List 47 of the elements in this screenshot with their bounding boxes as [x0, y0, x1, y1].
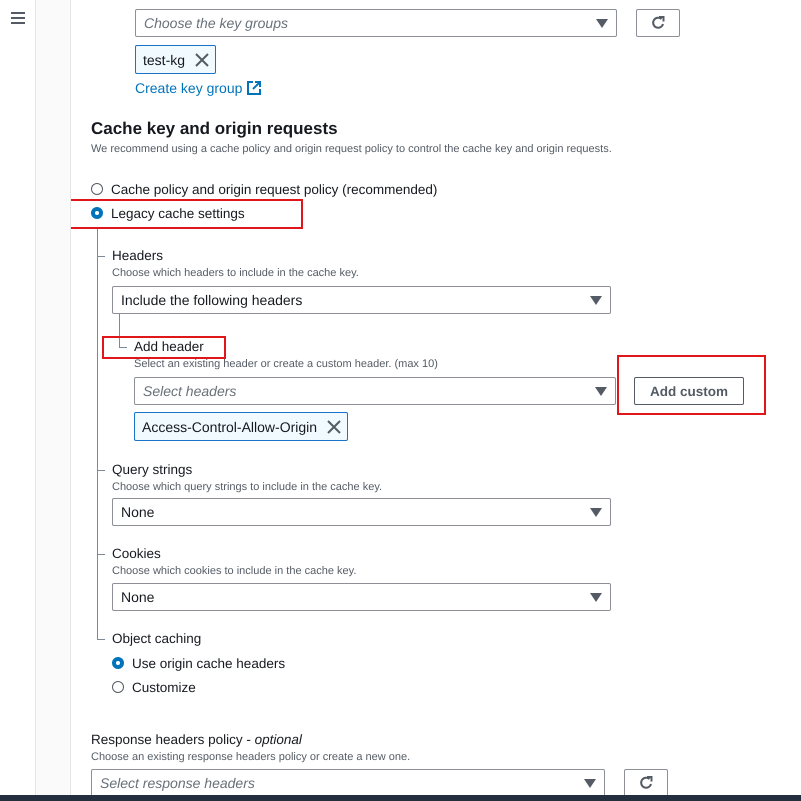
radio-button[interactable]: [91, 207, 103, 219]
field-description: Choose which query strings to include in the cache key.: [112, 480, 384, 495]
radio-button[interactable]: [112, 657, 124, 669]
select-dropdown[interactable]: Select response headers: [91, 769, 605, 795]
add-custom-button[interactable]: Add custom: [634, 377, 744, 405]
caret-down-icon: [590, 508, 602, 516]
tree-connector: [119, 314, 127, 348]
close-icon[interactable]: [195, 52, 210, 66]
caret-down-icon: [584, 778, 596, 788]
close-icon[interactable]: [327, 420, 342, 434]
radio-button[interactable]: [91, 183, 103, 195]
select-dropdown[interactable]: None: [112, 498, 611, 526]
select-dropdown[interactable]: None: [112, 583, 611, 611]
radio-option[interactable]: Use origin cache headers: [112, 655, 286, 671]
select-dropdown[interactable]: Select headers: [134, 377, 616, 405]
select-dropdown[interactable]: Include the following headers: [112, 286, 611, 314]
field-description: Choose which headers to include in the cache key.: [112, 266, 360, 281]
field-description: Choose an existing response headers policy or create a new one.: [91, 750, 412, 765]
section-title: Cache key and origin requests: [91, 118, 339, 140]
caret-down-icon: [596, 18, 608, 28]
refresh-button[interactable]: [624, 769, 668, 795]
token-label: test-kg: [143, 52, 186, 68]
external-link-icon: [247, 81, 262, 95]
caret-down-icon: [595, 386, 607, 396]
radio-option[interactable]: Legacy cache settings: [91, 205, 245, 221]
field-label: Object caching: [112, 630, 202, 648]
field-label: Cookies: [112, 545, 162, 563]
field-description: Select an existing header or create a custom header. (max 10): [134, 357, 439, 372]
select-dropdown[interactable]: Choose the key groups: [135, 9, 617, 37]
tree-connector: [97, 611, 105, 640]
refresh-icon: [638, 775, 654, 791]
section-description: We recommend using a cache policy and origin request policy to control the cache key and origin requests.: [91, 142, 613, 157]
refresh-icon: [650, 15, 666, 31]
caret-down-icon: [590, 592, 602, 602]
radio-button[interactable]: [112, 681, 124, 693]
caret-down-icon: [590, 296, 602, 304]
field-label: Add header: [134, 338, 204, 356]
radio-option[interactable]: Customize: [112, 679, 196, 695]
field-description: Choose which cookies to include in the cache key.: [112, 564, 358, 579]
refresh-button[interactable]: [636, 9, 680, 37]
field-label: Response headers policy - optional: [91, 731, 304, 749]
radio-option[interactable]: Cache policy and origin request policy (recommended): [91, 181, 438, 197]
create-key-group-link[interactable]: Create key group: [135, 79, 262, 97]
token-label: Access-Control-Allow-Origin: [142, 418, 318, 434]
field-label: Headers: [112, 247, 164, 265]
field-label: Query strings: [112, 461, 194, 479]
menu-icon[interactable]: [10, 12, 24, 24]
